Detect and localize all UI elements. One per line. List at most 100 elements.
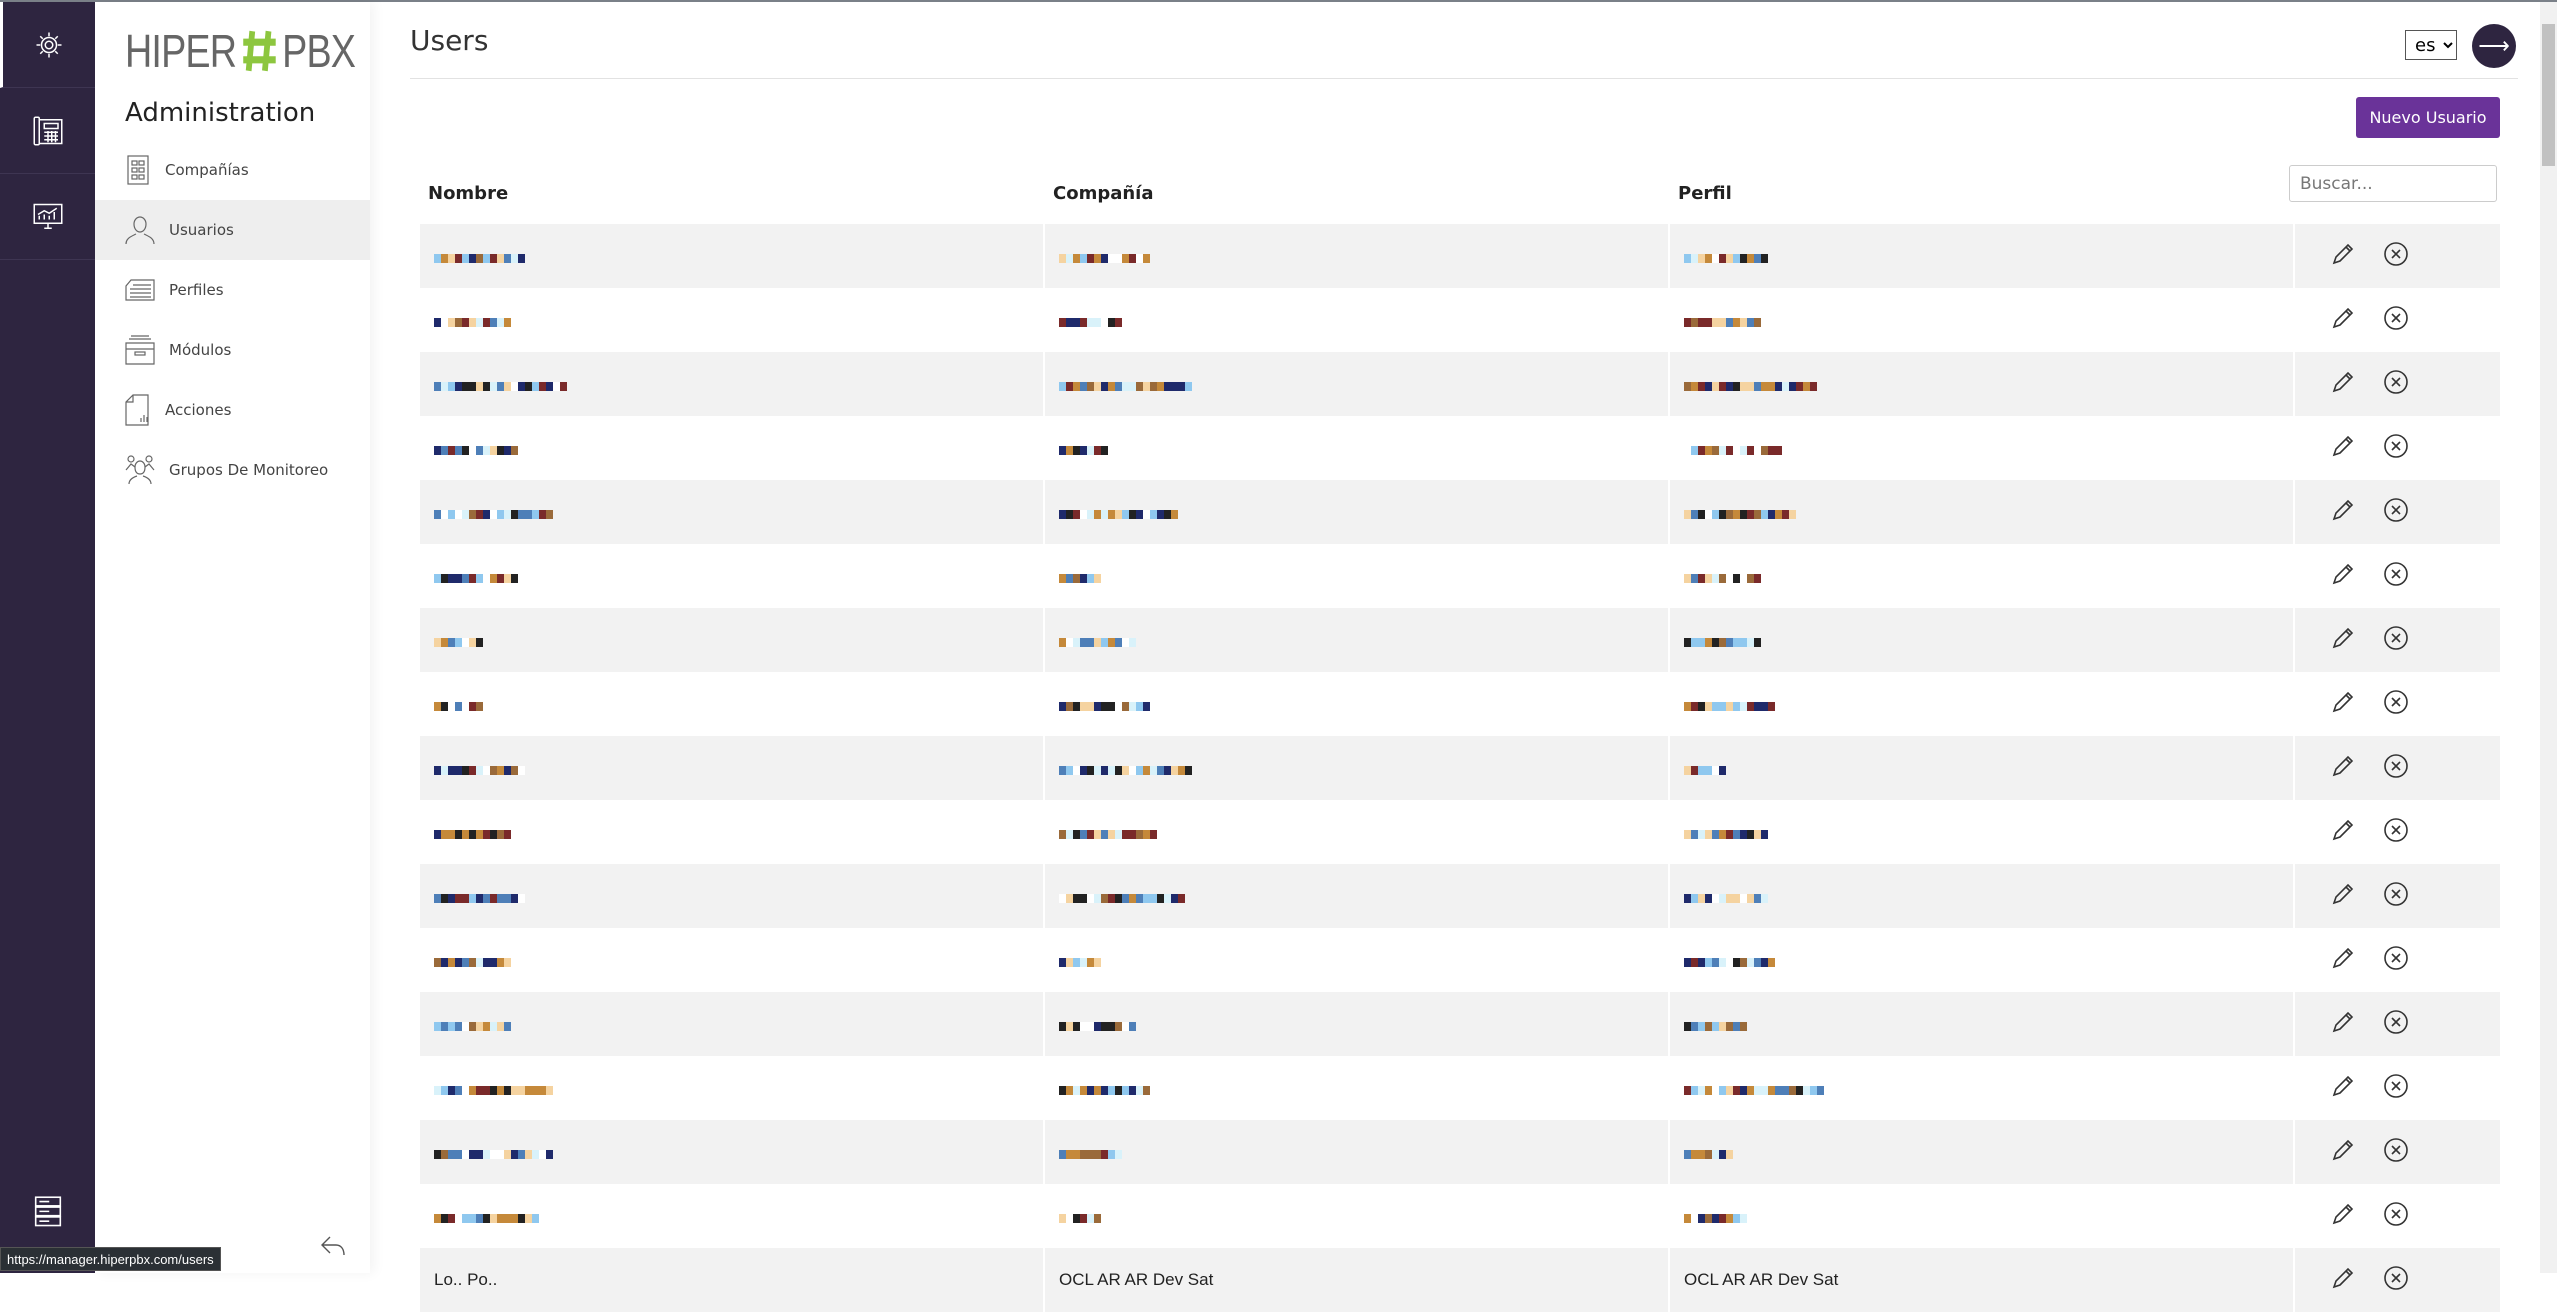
circle-x-icon: [2384, 561, 2408, 586]
edit-button[interactable]: [2331, 1202, 2355, 1231]
rail-pbx-button[interactable]: [0, 88, 95, 174]
cell-nombre: [420, 672, 1043, 736]
rail-settings-button[interactable]: [0, 2, 95, 88]
cell-actions: [2295, 1120, 2500, 1184]
redacted-text: [434, 376, 567, 394]
edit-button[interactable]: [2331, 754, 2355, 783]
edit-button[interactable]: [2331, 946, 2355, 975]
delete-button[interactable]: [2383, 1265, 2409, 1296]
edit-button[interactable]: [2331, 818, 2355, 847]
table-row[interactable]: [420, 288, 2500, 352]
cell-compania: [1045, 864, 1668, 928]
new-user-button[interactable]: Nuevo Usuario: [2356, 97, 2500, 138]
sidebar-item-acciones[interactable]: Acciones: [95, 380, 370, 440]
pencil-icon: [2332, 883, 2354, 904]
table-row[interactable]: [420, 1120, 2500, 1184]
sidebar-item-grupos-monitoreo[interactable]: Grupos De Monitoreo: [95, 440, 370, 500]
delete-button[interactable]: [2383, 433, 2409, 464]
edit-button[interactable]: [2331, 1138, 2355, 1167]
pencil-icon: [2332, 691, 2354, 712]
table-row[interactable]: [420, 544, 2500, 608]
cell-perfil: [1670, 224, 2293, 288]
edit-button[interactable]: [2331, 562, 2355, 591]
pencil-icon: [2332, 1011, 2354, 1032]
edit-button[interactable]: [2331, 882, 2355, 911]
table-row[interactable]: [420, 352, 2500, 416]
scrollbar-thumb[interactable]: [2542, 24, 2555, 166]
table-row[interactable]: [420, 864, 2500, 928]
cell-nombre: [420, 416, 1043, 480]
edit-button[interactable]: [2331, 498, 2355, 527]
table-header: Nombre Compañía Perfil: [420, 162, 2500, 224]
table-row[interactable]: [420, 480, 2500, 544]
cell-perfil: OCL AR AR Dev Sat: [1670, 1248, 2293, 1312]
delete-button[interactable]: [2383, 1201, 2409, 1232]
rail-server-button[interactable]: [0, 1196, 95, 1228]
redacted-text: [1059, 696, 1150, 714]
table-row[interactable]: [420, 608, 2500, 672]
delete-button[interactable]: [2383, 1073, 2409, 1104]
delete-button[interactable]: [2383, 753, 2409, 784]
table-row[interactable]: [420, 928, 2500, 992]
delete-button[interactable]: [2383, 369, 2409, 400]
cell-perfil: [1670, 992, 2293, 1056]
table-row[interactable]: Lo.. Po.. OCL AR AR Dev Sat OCL AR AR Dev …: [420, 1248, 2500, 1312]
delete-button[interactable]: [2383, 881, 2409, 912]
collapse-sidebar-button[interactable]: [320, 1234, 346, 1263]
delete-button[interactable]: [2383, 497, 2409, 528]
delete-button[interactable]: [2383, 1137, 2409, 1168]
sidebar-item-usuarios[interactable]: Usuarios: [95, 200, 370, 260]
pencil-icon: [2332, 499, 2354, 520]
redacted-text: [1684, 440, 1782, 458]
gear-icon: [36, 32, 62, 57]
edit-button[interactable]: [2331, 690, 2355, 719]
sidebar-item-companias[interactable]: Compañías: [95, 140, 370, 200]
logo-hash-icon: [242, 30, 276, 72]
column-header-nombre[interactable]: Nombre: [420, 162, 1043, 224]
cell-nombre: [420, 288, 1043, 352]
table-row[interactable]: [420, 992, 2500, 1056]
table-row[interactable]: [420, 1184, 2500, 1248]
rail-monitor-button[interactable]: [0, 174, 95, 260]
table-row[interactable]: [420, 416, 2500, 480]
edit-button[interactable]: [2331, 434, 2355, 463]
edit-button[interactable]: [2331, 1266, 2355, 1295]
edit-button[interactable]: [2331, 306, 2355, 335]
delete-button[interactable]: [2383, 305, 2409, 336]
redacted-text: [1059, 632, 1136, 650]
user-company: OCL AR AR Dev Sat: [1059, 1270, 1214, 1289]
redacted-text: [1684, 376, 1817, 394]
edit-button[interactable]: [2331, 1010, 2355, 1039]
pencil-icon: [2332, 1075, 2354, 1096]
cell-nombre: [420, 352, 1043, 416]
sidebar-item-label: Perfiles: [169, 281, 224, 299]
delete-button[interactable]: [2383, 561, 2409, 592]
table-row[interactable]: [420, 736, 2500, 800]
table-row[interactable]: [420, 800, 2500, 864]
cell-compania: [1045, 224, 1668, 288]
redacted-text: [1684, 504, 1796, 522]
table-row[interactable]: [420, 1056, 2500, 1120]
scrollbar[interactable]: [2540, 2, 2557, 1273]
table-row[interactable]: [420, 672, 2500, 736]
cell-perfil: [1670, 736, 2293, 800]
logout-button[interactable]: ⟶: [2472, 24, 2516, 68]
sidebar-item-perfiles[interactable]: Perfiles: [95, 260, 370, 320]
cell-perfil: [1670, 480, 2293, 544]
delete-button[interactable]: [2383, 625, 2409, 656]
table-row[interactable]: [420, 224, 2500, 288]
delete-button[interactable]: [2383, 689, 2409, 720]
edit-button[interactable]: [2331, 242, 2355, 271]
edit-button[interactable]: [2331, 626, 2355, 655]
edit-button[interactable]: [2331, 370, 2355, 399]
delete-button[interactable]: [2383, 1009, 2409, 1040]
edit-button[interactable]: [2331, 1074, 2355, 1103]
delete-button[interactable]: [2383, 945, 2409, 976]
column-header-compania[interactable]: Compañía: [1045, 162, 1668, 224]
delete-button[interactable]: [2383, 241, 2409, 272]
column-header-perfil[interactable]: Perfil: [1670, 162, 2293, 224]
language-select[interactable]: es: [2405, 30, 2457, 60]
sidebar-item-modulos[interactable]: Módulos: [95, 320, 370, 380]
cell-actions: [2295, 1056, 2500, 1120]
delete-button[interactable]: [2383, 817, 2409, 848]
